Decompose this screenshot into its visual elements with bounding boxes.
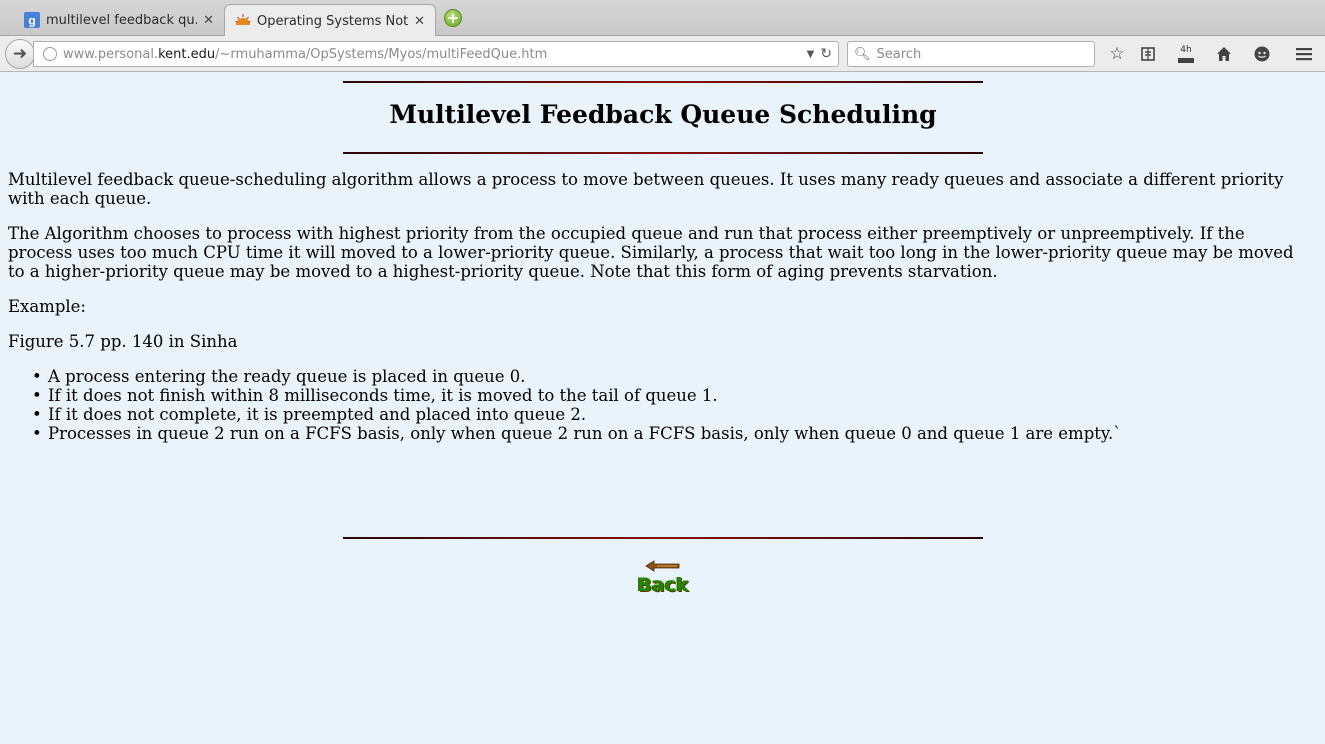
url-bar[interactable]: www.personal.kent.edu/~rmuhamma/OpSystem…: [33, 41, 839, 67]
list-item: If it does not finish within 8 milliseco…: [8, 386, 1308, 405]
tab-search-results[interactable]: g multilevel feedback qu... ✕: [14, 4, 224, 36]
dropdown-arrow-icon[interactable]: ▼: [807, 49, 815, 60]
divider: [343, 152, 983, 154]
divider: [343, 81, 983, 83]
search-icon: 🔍︎: [854, 46, 871, 62]
tab-title: multilevel feedback qu...: [46, 12, 198, 28]
menu-icon[interactable]: [1292, 42, 1316, 66]
paragraph-example: Example:: [8, 297, 86, 316]
paragraph-figure: Figure 5.7 pp. 140 in Sinha: [8, 332, 238, 351]
list-item: A process entering the ready queue is pl…: [8, 367, 1308, 386]
page-title: Multilevel Feedback Queue Scheduling: [389, 100, 937, 129]
divider: [343, 537, 983, 539]
page-content: Multilevel Feedback Queue Scheduling Mul…: [0, 72, 1325, 744]
close-tab-icon[interactable]: ✕: [408, 14, 425, 29]
tab-title: Operating Systems Notes: [257, 13, 409, 29]
paragraph-algorithm: The Algorithm chooses to process with hi…: [8, 224, 1294, 281]
reading-list-icon[interactable]: [1136, 42, 1160, 66]
tab-operating-systems-notes[interactable]: Operating Systems Notes ✕: [224, 4, 436, 37]
list-item: Processes in queue 2 run on a FCFS basis…: [8, 424, 1308, 443]
google-icon: g: [24, 12, 40, 28]
back-link[interactable]: Back: [637, 560, 689, 606]
back-arrow-icon: [645, 560, 680, 572]
paragraph-intro: Multilevel feedback queue-scheduling alg…: [8, 170, 1284, 208]
downloads-icon[interactable]: 4h: [1174, 42, 1198, 66]
home-icon[interactable]: [1212, 42, 1236, 66]
chat-icon[interactable]: [1250, 42, 1274, 66]
url-text: www.personal.kent.edu/~rmuhamma/OpSystem…: [63, 46, 548, 62]
svg-text:g: g: [28, 14, 35, 28]
list-item: If it does not complete, it is preempted…: [8, 405, 1308, 424]
sun-icon: [235, 14, 251, 25]
tab-strip: g multilevel feedback qu... ✕ Operating …: [0, 0, 1325, 37]
star-icon[interactable]: ☆: [1105, 42, 1129, 66]
navigation-bar: ➜ www.personal.kent.edu/~rmuhamma/OpSyst…: [0, 36, 1325, 72]
close-tab-icon[interactable]: ✕: [197, 13, 214, 28]
search-placeholder: Search: [876, 46, 922, 62]
back-arrow-icon[interactable]: ➜: [5, 39, 35, 69]
back-label: Back: [637, 574, 689, 596]
globe-icon: [43, 47, 57, 61]
new-tab-icon[interactable]: +: [444, 9, 462, 27]
search-input[interactable]: 🔍︎ Search: [847, 41, 1095, 67]
reload-icon[interactable]: ↻: [820, 46, 832, 62]
bullet-list: A process entering the ready queue is pl…: [8, 367, 1308, 443]
